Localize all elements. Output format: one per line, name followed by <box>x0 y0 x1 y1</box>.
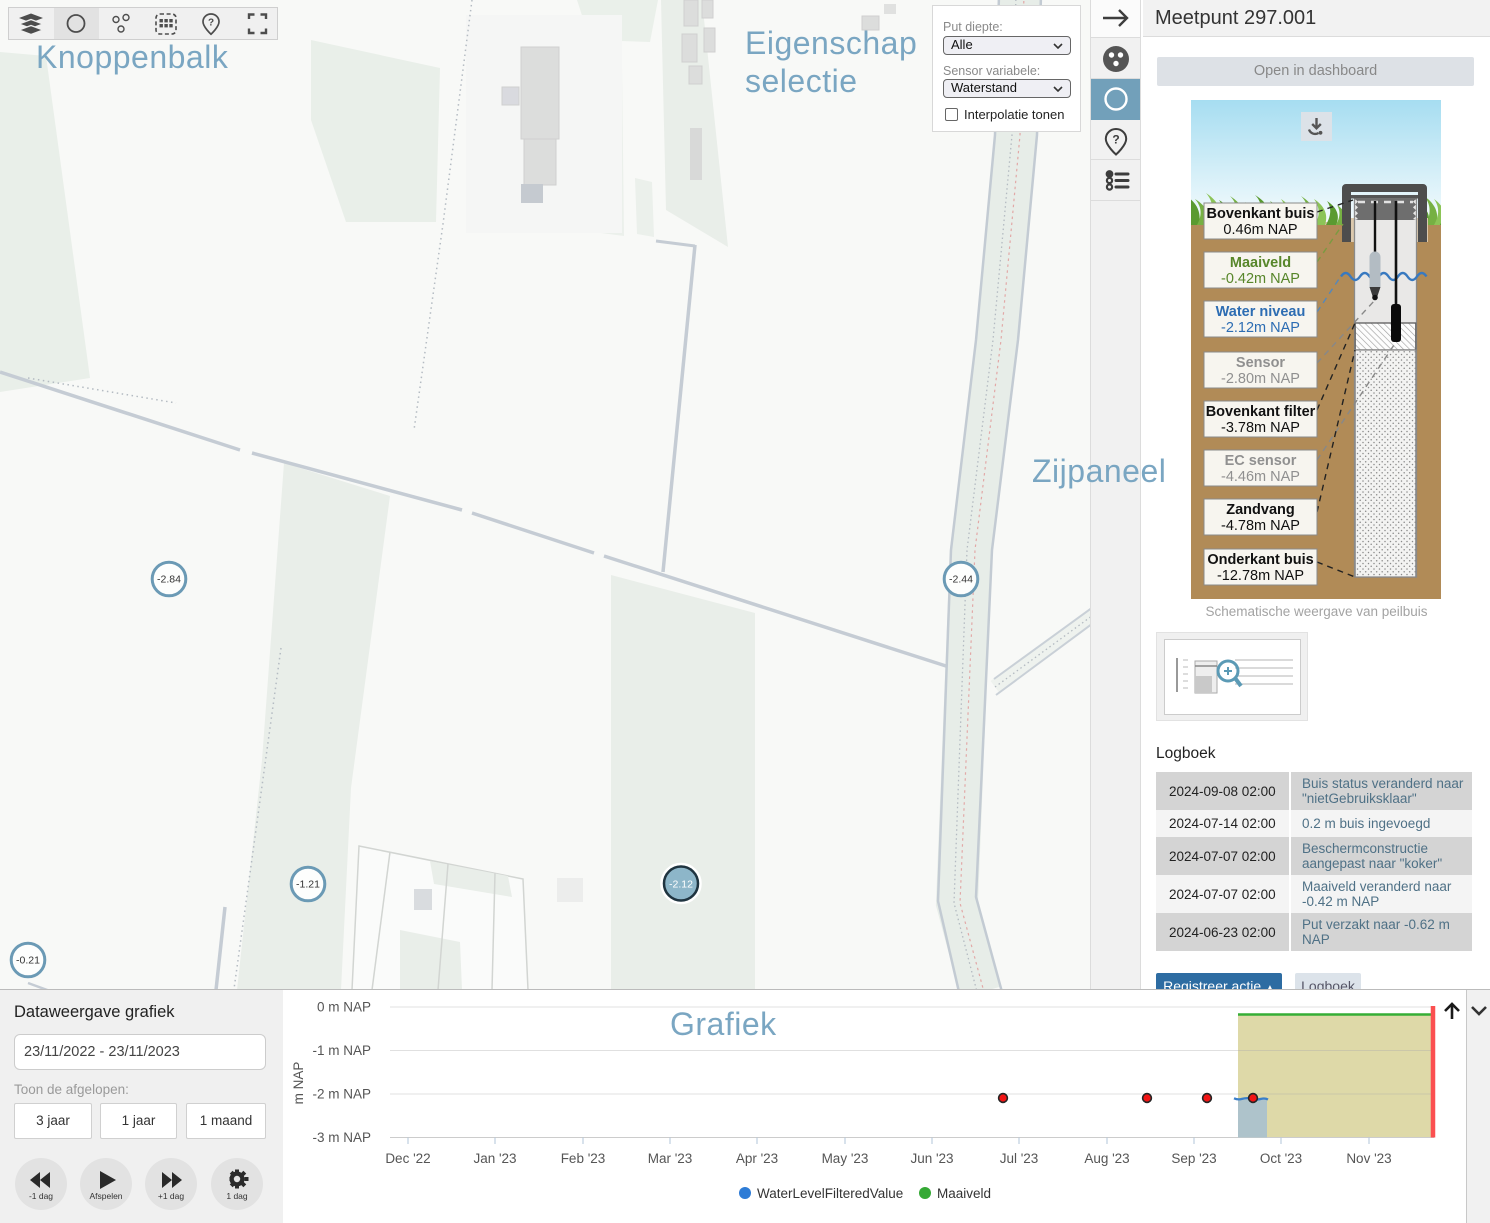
svg-text:?: ? <box>208 18 214 29</box>
svg-text:EC sensor: EC sensor <box>1225 453 1297 469</box>
svg-text:-12.78m NAP: -12.78m NAP <box>1217 568 1304 584</box>
svg-text:Maaiveld: Maaiveld <box>1230 255 1291 271</box>
svg-text:Aug '23: Aug '23 <box>1084 1151 1129 1166</box>
svg-text:Jun '23: Jun '23 <box>910 1151 953 1166</box>
svg-text:Feb '23: Feb '23 <box>561 1151 606 1166</box>
svg-text:-2.12m NAP: -2.12m NAP <box>1221 320 1300 336</box>
svg-text:m NAP: m NAP <box>291 1062 306 1105</box>
svg-text:Maaiveld: Maaiveld <box>937 1186 991 1201</box>
svg-text:Onderkant buis: Onderkant buis <box>1207 552 1313 568</box>
svg-text:Zandvang: Zandvang <box>1226 502 1294 518</box>
svg-text:-3.78m NAP: -3.78m NAP <box>1221 420 1300 436</box>
svg-text:-1 m NAP: -1 m NAP <box>312 1043 371 1058</box>
svg-text:-3 m NAP: -3 m NAP <box>312 1130 371 1145</box>
svg-text:Bovenkant filter: Bovenkant filter <box>1206 404 1316 420</box>
svg-text:-2.44: -2.44 <box>949 574 973 586</box>
svg-text:Mar '23: Mar '23 <box>648 1151 693 1166</box>
svg-text:WaterLevelFilteredValue: WaterLevelFilteredValue <box>757 1186 903 1201</box>
svg-text:0 m NAP: 0 m NAP <box>317 1000 371 1015</box>
svg-text:-4.78m NAP: -4.78m NAP <box>1221 518 1300 534</box>
svg-text:-2.80m NAP: -2.80m NAP <box>1221 371 1300 387</box>
svg-text:Oct '23: Oct '23 <box>1260 1151 1302 1166</box>
svg-text:-2 m NAP: -2 m NAP <box>312 1087 371 1102</box>
svg-text:-2.84: -2.84 <box>157 574 181 586</box>
svg-text:-0.21: -0.21 <box>16 955 40 967</box>
svg-text:Bovenkant buis: Bovenkant buis <box>1207 206 1315 222</box>
svg-text:-4.46m NAP: -4.46m NAP <box>1221 469 1300 485</box>
svg-text:+1 dag: +1 dag <box>158 1191 185 1201</box>
svg-text:-1.21: -1.21 <box>296 879 320 891</box>
svg-text:Water niveau: Water niveau <box>1216 304 1306 320</box>
svg-text:Jul '23: Jul '23 <box>1000 1151 1039 1166</box>
svg-text:0.46m NAP: 0.46m NAP <box>1223 222 1297 238</box>
svg-text:-1 dag: -1 dag <box>29 1191 53 1201</box>
svg-text:Nov '23: Nov '23 <box>1346 1151 1391 1166</box>
svg-text:May '23: May '23 <box>822 1151 869 1166</box>
svg-text:Jan '23: Jan '23 <box>473 1151 516 1166</box>
svg-text:1 dag: 1 dag <box>226 1191 248 1201</box>
svg-text:Apr '23: Apr '23 <box>736 1151 778 1166</box>
svg-text:-0.42m NAP: -0.42m NAP <box>1221 271 1300 287</box>
svg-text:Sensor: Sensor <box>1236 355 1286 371</box>
svg-text:Afspelen: Afspelen <box>89 1191 122 1201</box>
svg-text:Dec '22: Dec '22 <box>385 1151 430 1166</box>
svg-text:Sep '23: Sep '23 <box>1171 1151 1216 1166</box>
svg-text:-2.12: -2.12 <box>669 879 693 891</box>
svg-text:?: ? <box>1112 133 1119 147</box>
